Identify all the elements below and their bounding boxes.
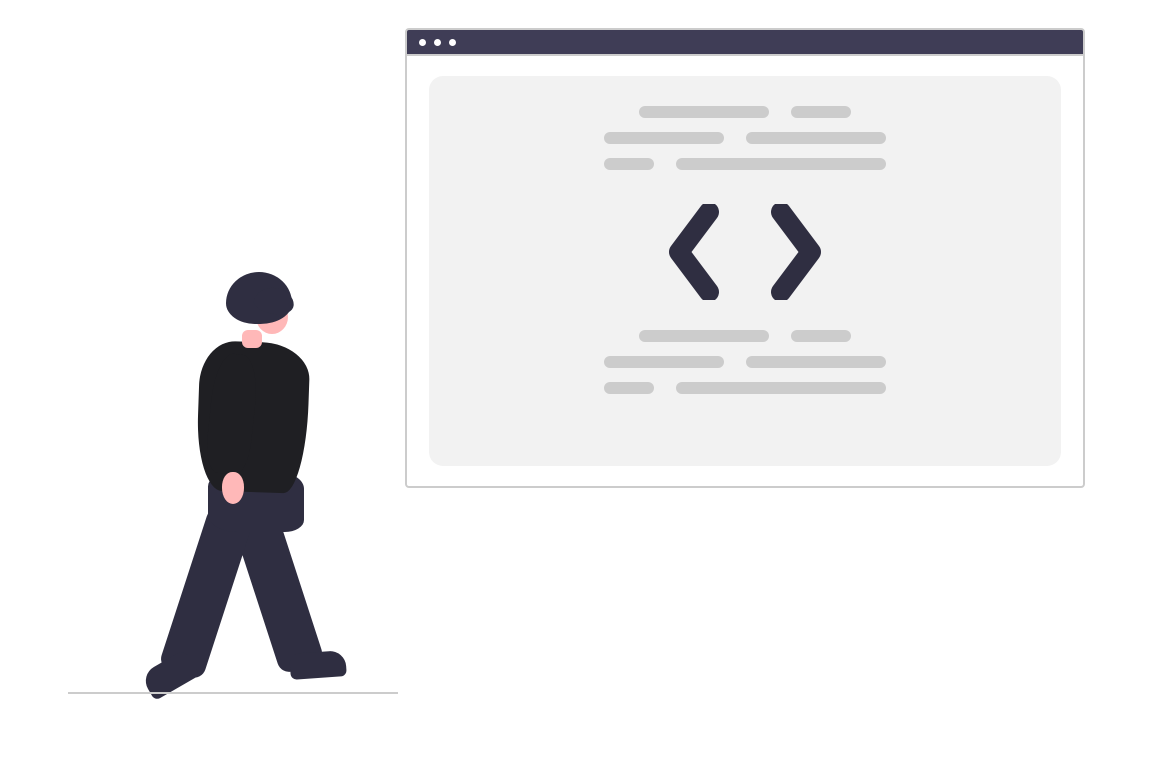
- placeholder-bar: [639, 330, 769, 342]
- placeholder-bar: [639, 106, 769, 118]
- placeholder-row: [530, 356, 960, 368]
- person-hand: [222, 472, 244, 504]
- content-sheet: [429, 76, 1061, 466]
- placeholder-row: [530, 106, 960, 118]
- top-text-block: [530, 106, 960, 170]
- person-head: [226, 272, 292, 342]
- placeholder-bar: [791, 330, 851, 342]
- placeholder-bar: [791, 106, 851, 118]
- placeholder-bar: [676, 158, 886, 170]
- window-titlebar: [407, 30, 1083, 56]
- placeholder-row: [530, 382, 960, 394]
- placeholder-bar: [604, 158, 654, 170]
- bottom-text-block: [530, 330, 960, 394]
- chevron-left-icon: [665, 204, 725, 300]
- placeholder-bar: [746, 132, 886, 144]
- placeholder-bar: [676, 382, 886, 394]
- code-icon: [665, 204, 825, 300]
- person-shoe: [289, 650, 347, 680]
- illustration-stage: [0, 0, 1167, 760]
- person-illustration: [140, 272, 360, 702]
- ground-line: [68, 692, 398, 694]
- placeholder-bar: [604, 132, 724, 144]
- browser-window: [405, 28, 1085, 488]
- placeholder-bar: [604, 382, 654, 394]
- traffic-light-dot: [419, 39, 426, 46]
- traffic-light-dot: [449, 39, 456, 46]
- placeholder-row: [530, 158, 960, 170]
- placeholder-row: [530, 132, 960, 144]
- placeholder-bar: [746, 356, 886, 368]
- placeholder-row: [530, 330, 960, 342]
- traffic-light-dot: [434, 39, 441, 46]
- chevron-right-icon: [765, 204, 825, 300]
- placeholder-bar: [604, 356, 724, 368]
